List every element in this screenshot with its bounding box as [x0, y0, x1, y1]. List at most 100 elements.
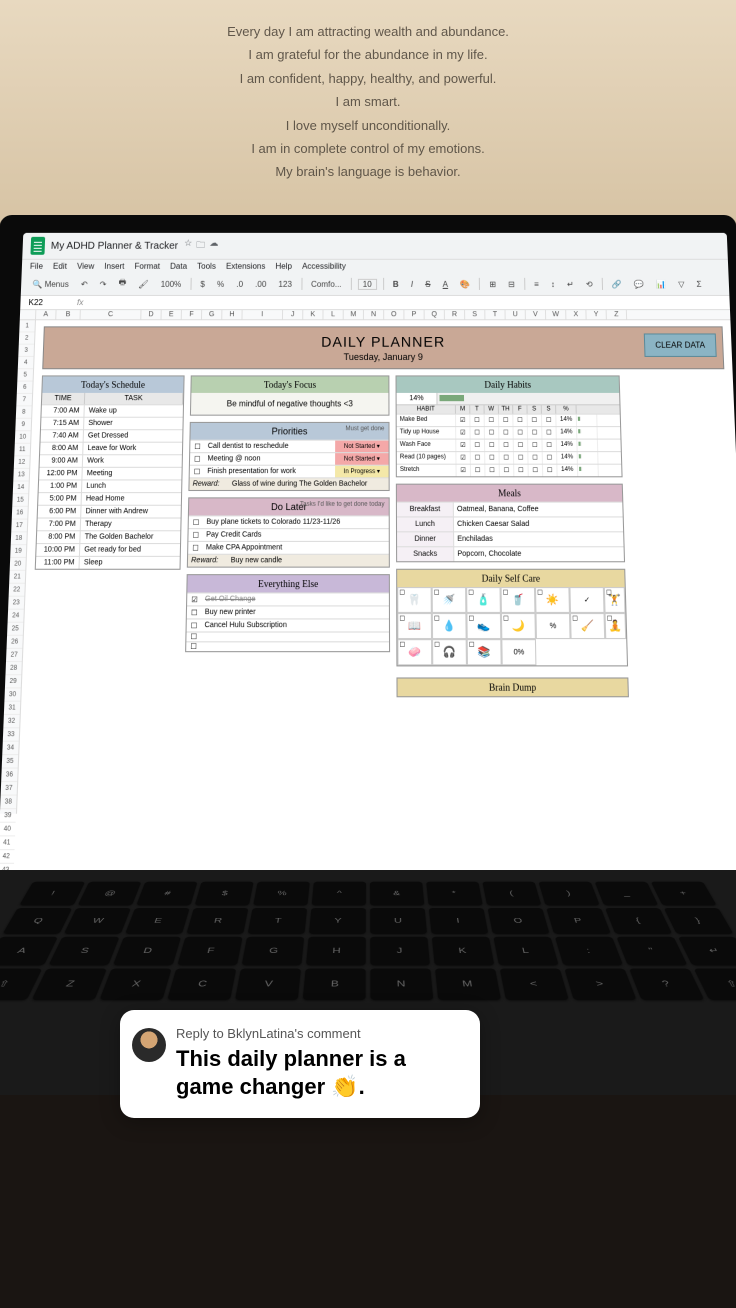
- number-format[interactable]: 123: [275, 278, 295, 289]
- fill-icon[interactable]: 🎨: [457, 278, 473, 289]
- selfcare-cell[interactable]: ☐🎧: [432, 639, 467, 665]
- col-T[interactable]: T: [485, 310, 505, 319]
- col-A[interactable]: A: [36, 310, 57, 319]
- row-30[interactable]: 30: [4, 688, 20, 701]
- everything-row[interactable]: ☐: [186, 641, 389, 651]
- col-K[interactable]: K: [303, 310, 323, 319]
- cloud-icon[interactable]: ☁: [209, 238, 218, 254]
- col-E[interactable]: E: [162, 310, 182, 319]
- row-42[interactable]: 42: [0, 850, 15, 864]
- spreadsheet-canvas[interactable]: DAILY PLANNER Tuesday, January 9 CLEAR D…: [17, 320, 736, 813]
- rotate-icon[interactable]: ⟲: [583, 278, 596, 289]
- reward-text[interactable]: Glass of wine during The Golden Bachelor: [229, 478, 389, 490]
- comment-icon[interactable]: 💬: [631, 278, 647, 289]
- merge-icon[interactable]: ⊟: [505, 278, 518, 289]
- sheets-icon[interactable]: [30, 237, 45, 255]
- row-27[interactable]: 27: [6, 649, 22, 662]
- selfcare-cell[interactable]: ☐🥤: [501, 587, 536, 613]
- focus-text[interactable]: Be mindful of negative thoughts <3: [191, 393, 389, 415]
- selfcare-cell[interactable]: ☐🧼: [397, 639, 432, 665]
- clear-data-button[interactable]: CLEAR DATA: [644, 333, 717, 356]
- row-23[interactable]: 23: [8, 597, 24, 610]
- col-I[interactable]: I: [242, 310, 283, 319]
- strike-button[interactable]: S: [422, 278, 434, 289]
- document-title[interactable]: My ADHD Planner & Tracker: [51, 240, 179, 251]
- col-F[interactable]: F: [182, 310, 202, 319]
- link-icon[interactable]: 🔗: [609, 278, 625, 289]
- row-17[interactable]: 17: [11, 520, 27, 533]
- row-26[interactable]: 26: [7, 636, 23, 649]
- menu-help[interactable]: Help: [275, 262, 292, 271]
- col-Y[interactable]: Y: [586, 310, 606, 319]
- row-12[interactable]: 12: [14, 456, 30, 469]
- col-G[interactable]: G: [202, 310, 222, 319]
- row-1[interactable]: 1: [19, 320, 35, 332]
- dolater-row[interactable]: ☐Buy plane tickets to Colorado 11/23-11/…: [189, 515, 389, 528]
- print-icon[interactable]: 🖶: [115, 276, 129, 292]
- col-W[interactable]: W: [546, 310, 566, 319]
- schedule-row[interactable]: 7:00 AMWake up: [41, 404, 183, 416]
- priority-row[interactable]: ☐Meeting @ noonNot Started ▾: [190, 452, 389, 465]
- row-41[interactable]: 41: [0, 836, 15, 850]
- percent-icon[interactable]: %: [214, 278, 227, 289]
- cell-reference[interactable]: [28, 298, 69, 307]
- menu-data[interactable]: Data: [170, 262, 187, 271]
- italic-button[interactable]: I: [408, 278, 416, 289]
- row-32[interactable]: 32: [3, 715, 19, 728]
- col-U[interactable]: U: [506, 310, 526, 319]
- font-size[interactable]: 10: [358, 278, 377, 289]
- row-19[interactable]: 19: [10, 545, 26, 558]
- currency-icon[interactable]: $: [197, 278, 208, 289]
- selfcare-cell[interactable]: ☐☀️: [535, 587, 570, 613]
- valign-icon[interactable]: ↕: [548, 278, 558, 289]
- everything-row[interactable]: ☐: [186, 631, 389, 641]
- habit-row[interactable]: Wash Face☑☐☐☐☐☐☐14%: [397, 439, 621, 452]
- row-20[interactable]: 20: [10, 558, 26, 571]
- schedule-row[interactable]: 12:00 PMMeeting: [39, 467, 182, 480]
- row-33[interactable]: 33: [3, 728, 19, 741]
- row-9[interactable]: 9: [15, 419, 31, 431]
- selfcare-cell[interactable]: ☐📚: [467, 639, 502, 665]
- selfcare-cell[interactable]: ☐👟: [466, 613, 501, 639]
- selfcare-cell[interactable]: ☐🧘: [605, 613, 627, 639]
- borders-icon[interactable]: ⊞: [486, 278, 499, 289]
- menu-extensions[interactable]: Extensions: [226, 262, 266, 271]
- menu-edit[interactable]: Edit: [53, 262, 67, 271]
- selfcare-cell[interactable]: ☐💧: [432, 613, 467, 639]
- col-D[interactable]: D: [141, 310, 161, 319]
- row-11[interactable]: 11: [14, 444, 30, 457]
- row-36[interactable]: 36: [1, 769, 18, 782]
- row-37[interactable]: 37: [1, 782, 18, 796]
- col-X[interactable]: X: [566, 310, 586, 319]
- row-25[interactable]: 25: [7, 623, 23, 636]
- row-2[interactable]: 2: [19, 332, 35, 344]
- col-P[interactable]: P: [404, 310, 424, 319]
- reward-text[interactable]: Buy new candle: [227, 555, 388, 567]
- row-29[interactable]: 29: [5, 675, 21, 688]
- col-Z[interactable]: Z: [607, 310, 627, 319]
- schedule-row[interactable]: 11:00 PMSleep: [36, 556, 180, 569]
- everything-row[interactable]: ☐Cancel Hulu Subscription: [187, 618, 389, 631]
- meal-row[interactable]: BreakfastOatmeal, Banana, Coffee: [397, 502, 623, 517]
- habit-row[interactable]: Stretch☑☐☐☐☐☐☐14%: [397, 464, 622, 477]
- schedule-row[interactable]: 7:00 PMTherapy: [37, 517, 180, 530]
- col-H[interactable]: H: [222, 310, 242, 319]
- halign-icon[interactable]: ≡: [531, 278, 542, 289]
- row-3[interactable]: 3: [18, 345, 34, 357]
- habit-row[interactable]: Make Bed☑☐☐☐☐☐☐14%: [397, 414, 620, 426]
- selfcare-cell[interactable]: ☐🧴: [466, 587, 501, 613]
- meal-row[interactable]: DinnerEnchiladas: [397, 531, 624, 546]
- selfcare-cell[interactable]: ☐🚿: [432, 587, 467, 613]
- schedule-row[interactable]: 9:00 AMWork: [40, 454, 182, 467]
- schedule-row[interactable]: 5:00 PMHead Home: [38, 492, 181, 505]
- dolater-row[interactable]: ☐Pay Credit Cards: [188, 528, 388, 541]
- everything-row[interactable]: ☑Get Oil Change: [187, 592, 389, 605]
- move-icon[interactable]: 🗀: [196, 238, 205, 254]
- row-13[interactable]: 13: [13, 469, 29, 482]
- row-4[interactable]: 4: [18, 357, 34, 369]
- paint-icon[interactable]: 🖌: [135, 278, 152, 289]
- menu-view[interactable]: View: [77, 262, 95, 271]
- functions-icon[interactable]: Σ: [693, 278, 704, 289]
- meal-row[interactable]: SnacksPopcorn, Chocolate: [397, 546, 624, 561]
- col-Q[interactable]: Q: [425, 310, 445, 319]
